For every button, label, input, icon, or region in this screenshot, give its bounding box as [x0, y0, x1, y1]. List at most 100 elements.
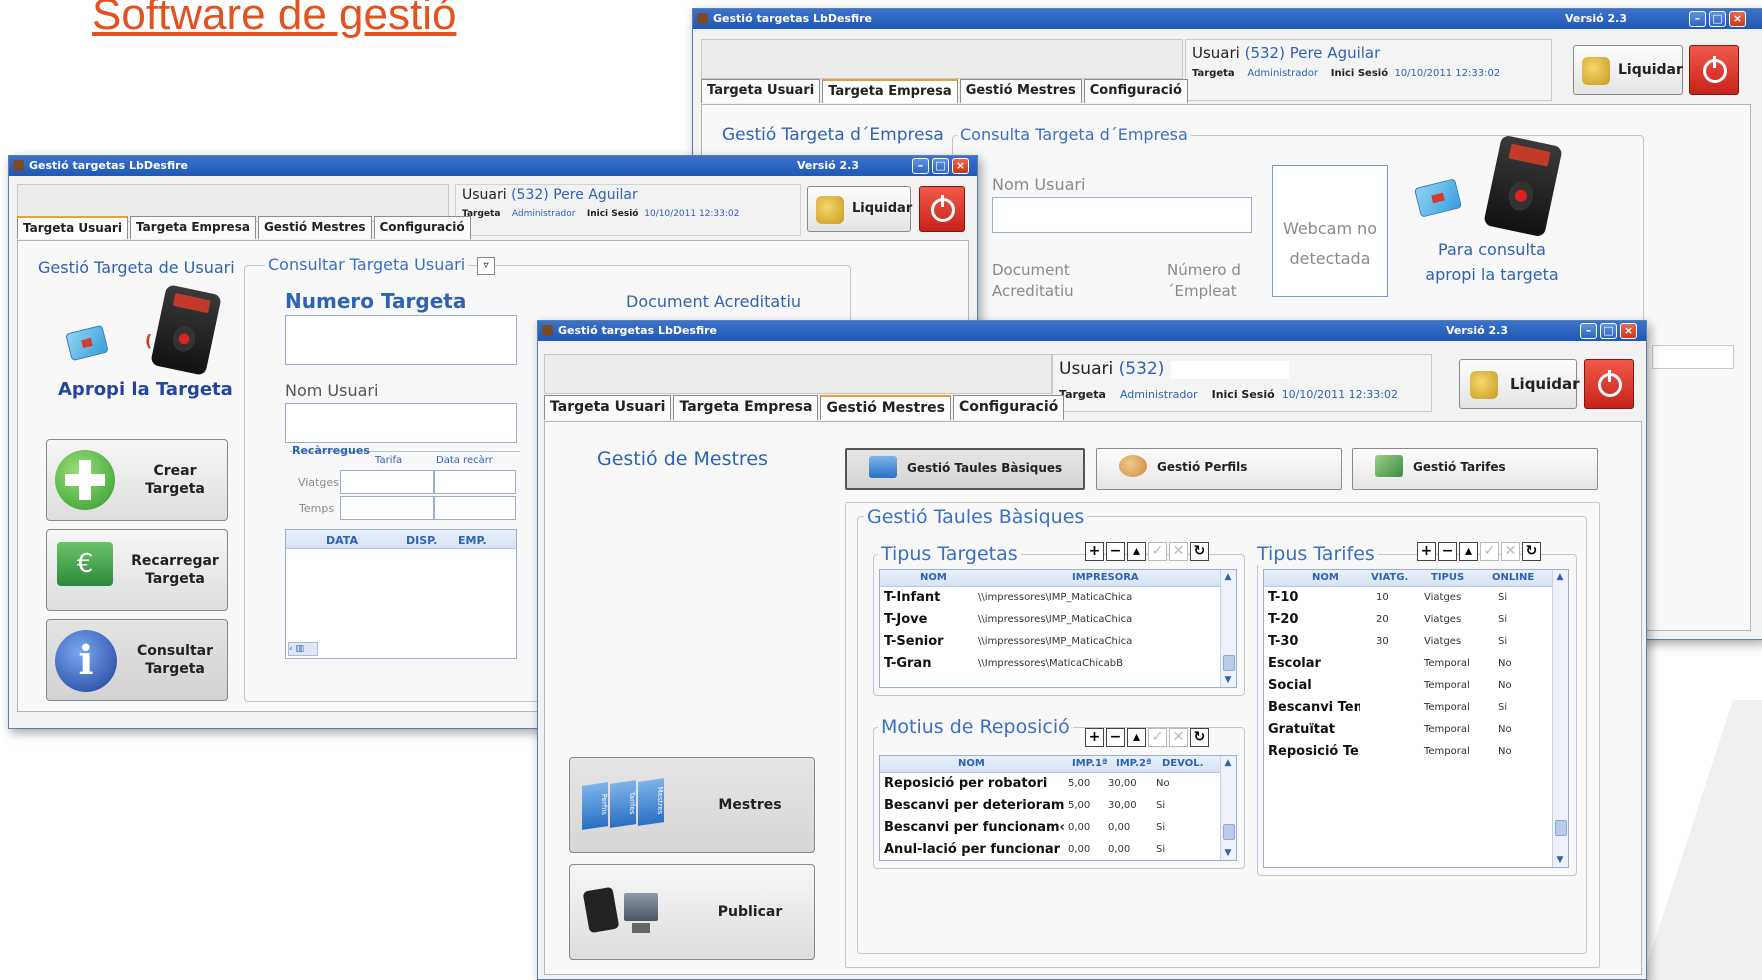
confirm-icon[interactable]: ✓	[1480, 542, 1499, 561]
crear-targeta-button[interactable]: Crear Targeta	[46, 439, 228, 521]
viatges-label: Viatges	[298, 476, 339, 489]
tab-configuracio[interactable]: Configuració	[1083, 79, 1188, 103]
tab-gestio-mestres[interactable]: Gestió Mestres	[959, 79, 1082, 103]
table-cell: T-Senior	[884, 634, 944, 649]
mestres-button[interactable]: Perfils Tarifes Mestres Mestres	[569, 757, 815, 853]
numero-targeta-field[interactable]	[285, 315, 517, 365]
table-cell: Reposició per robatori	[884, 776, 1048, 791]
liquidar-button[interactable]: Liquidar	[807, 186, 913, 232]
add-icon[interactable]: +	[1085, 728, 1104, 747]
power-button[interactable]	[1584, 359, 1634, 409]
table-cell: \\impressores\IMP_MaticaChica	[978, 614, 1133, 625]
close-button[interactable]: ×	[1729, 11, 1746, 27]
table-cell: 5,00	[1068, 778, 1091, 789]
close-button[interactable]: ×	[1620, 323, 1637, 339]
vertical-scrollbar[interactable]: ▲ ▼	[1220, 570, 1236, 687]
table-cell: Gratuïtat	[1268, 722, 1335, 737]
minimize-button[interactable]: –	[1689, 11, 1706, 27]
up-icon[interactable]: ▴	[1127, 728, 1146, 747]
liquidar-button[interactable]: Liquidar	[1459, 359, 1580, 409]
tipus-tarifes-title: Tipus Tarifes	[1254, 543, 1378, 565]
temps-tarifa-field[interactable]	[340, 496, 434, 520]
power-button[interactable]	[1689, 45, 1739, 95]
tab-configuracio[interactable]: Configuració	[952, 395, 1065, 420]
recarregues-label: Recàrregues	[292, 444, 370, 457]
table-cell: 5,00	[1068, 800, 1091, 811]
nom-usuari-field[interactable]	[992, 197, 1252, 233]
temps-data-field[interactable]	[434, 496, 516, 520]
maximize-button[interactable]: □	[1600, 323, 1617, 339]
liquidar-button[interactable]: Liquidar	[1573, 45, 1683, 95]
tab-targeta-usuari[interactable]: Targeta Usuari	[544, 395, 672, 420]
tab-gestio-mestres[interactable]: Gestió Mestres	[820, 395, 951, 420]
table-cell: Reposició Ter	[1268, 744, 1360, 759]
table-cell: Temporal	[1424, 746, 1470, 757]
up-icon[interactable]: ▴	[1127, 542, 1146, 561]
table-cell: T-Jove	[884, 612, 928, 627]
users-icon	[1119, 455, 1147, 477]
refresh-icon[interactable]: ↻	[1190, 728, 1209, 747]
tab-targeta-usuari[interactable]: Targeta Usuari	[17, 216, 128, 239]
vertical-scrollbar[interactable]: ▲ ▼	[1220, 756, 1236, 860]
maximize-button[interactable]: □	[1709, 11, 1726, 27]
vertical-scrollbar[interactable]: ▲ ▼	[1552, 570, 1568, 867]
table-cell: T-Infant	[884, 590, 941, 605]
close-icon: ×	[955, 159, 966, 172]
tipus-tarifes-toolbar: + − ▴ ✓ ✕ ↻	[1417, 542, 1541, 561]
user-prefix: Usuari	[462, 187, 507, 203]
collapse-toggle[interactable]: ▿	[477, 257, 495, 275]
publicar-button[interactable]: Publicar	[569, 864, 815, 960]
hscroll-left[interactable]: ‹ ▥	[288, 642, 318, 656]
minimize-icon: –	[917, 159, 924, 172]
gestio-perfils-button[interactable]: Gestió Perfils	[1096, 448, 1342, 490]
up-icon[interactable]: ▴	[1459, 542, 1478, 561]
nom-usuari-field[interactable]	[285, 403, 517, 443]
table-cell: No	[1498, 680, 1512, 691]
recarregar-targeta-button[interactable]: € Recarregar Targeta	[46, 529, 228, 611]
cancel-icon[interactable]: ✕	[1169, 728, 1188, 747]
gestio-tarifes-button[interactable]: Gestió Tarifes	[1352, 448, 1598, 490]
cancel-icon[interactable]: ✕	[1169, 542, 1188, 561]
tab-targeta-empresa[interactable]: Targeta Empresa	[129, 216, 256, 239]
group-title: Consulta Targeta d´Empresa	[957, 125, 1191, 144]
cancel-icon[interactable]: ✕	[1501, 542, 1520, 561]
gestio-taules-basiques-button[interactable]: Gestió Taules Bàsiques	[845, 448, 1085, 490]
mestres-label: Mestres	[718, 797, 782, 813]
add-icon[interactable]: +	[1085, 542, 1104, 561]
remove-icon[interactable]: −	[1438, 542, 1457, 561]
power-button[interactable]	[919, 186, 965, 232]
liquidar-label: Liquidar	[852, 201, 913, 216]
viatges-data-field[interactable]	[434, 470, 516, 494]
tab-gestio-mestres[interactable]: Gestió Mestres	[257, 216, 372, 239]
login-datetime: 10/10/2011 12:33:02	[1281, 388, 1398, 401]
table-cell: No	[1498, 746, 1512, 757]
consultar-targeta-button[interactable]: i Consultar Targeta	[46, 619, 228, 701]
add-icon[interactable]: +	[1417, 542, 1436, 561]
motius-toolbar: + − ▴ ✓ ✕ ↻	[1085, 728, 1209, 747]
close-button[interactable]: ×	[952, 158, 969, 174]
info-icon: i	[55, 630, 117, 692]
minimize-button[interactable]: –	[1580, 323, 1597, 339]
tab-targeta-usuari[interactable]: Targeta Usuari	[701, 79, 821, 103]
minimize-button[interactable]: –	[912, 158, 929, 174]
tab-targeta-empresa[interactable]: Targeta Empresa	[822, 79, 958, 103]
confirm-icon[interactable]: ✓	[1148, 542, 1167, 561]
remove-icon[interactable]: −	[1106, 542, 1125, 561]
maximize-button[interactable]: □	[932, 158, 949, 174]
table-cell: Si	[1498, 636, 1508, 647]
viatges-tarifa-field[interactable]	[340, 470, 434, 494]
confirm-icon[interactable]: ✓	[1148, 728, 1167, 747]
table-cell: Bescanvi per deterioram	[884, 798, 1064, 813]
publicar-label: Publicar	[717, 904, 783, 920]
tab-configuracio[interactable]: Configuració	[373, 216, 471, 239]
user-name: Pere Aguilar	[553, 187, 638, 203]
right-field[interactable]	[1652, 345, 1734, 369]
tab-targeta-empresa[interactable]: Targeta Empresa	[673, 395, 819, 420]
refresh-icon[interactable]: ↻	[1190, 542, 1209, 561]
refresh-icon[interactable]: ↻	[1522, 542, 1541, 561]
user-info: Usuari (532) Targeta Administrador Inici…	[1052, 354, 1432, 412]
recarregues-table: DATA DISP. EMP. ‹ ▥	[285, 529, 517, 659]
minimize-icon: –	[1694, 12, 1701, 25]
remove-icon[interactable]: −	[1106, 728, 1125, 747]
minimize-icon: –	[1585, 324, 1592, 337]
